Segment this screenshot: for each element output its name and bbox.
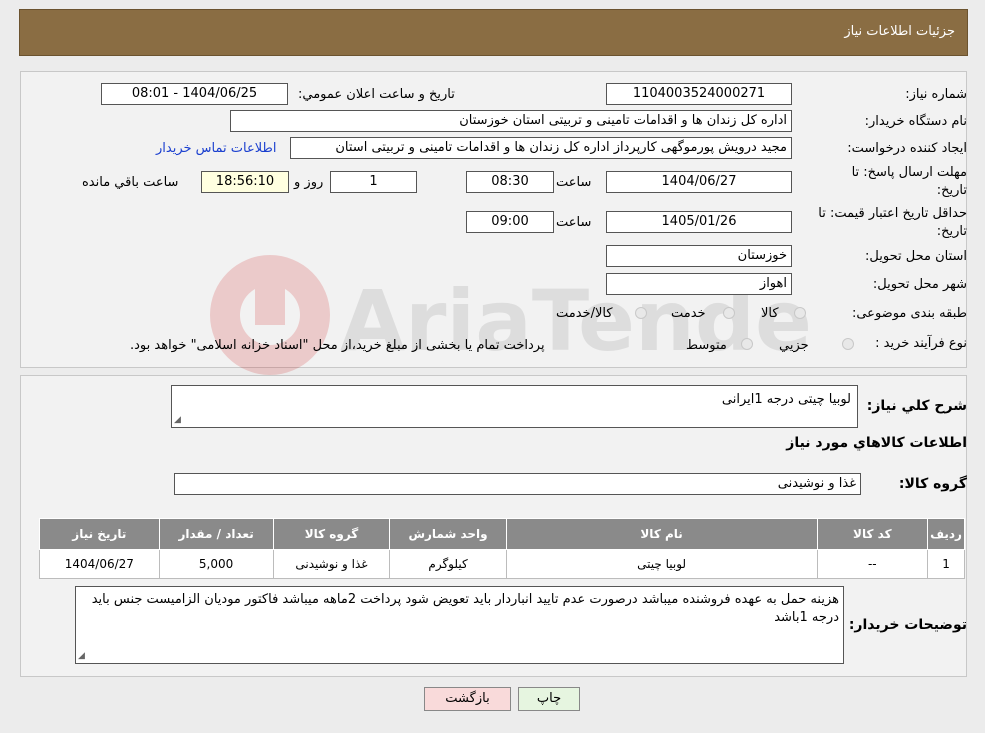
city-field[interactable]: اهواز bbox=[606, 273, 792, 295]
resize-handle-icon[interactable]: ◢ bbox=[174, 415, 181, 425]
category-radio-goods[interactable] bbox=[794, 307, 806, 319]
table-row[interactable]: 1 -- لوبیا چیتی کیلوگرم غذا و نوشیدنی 5,… bbox=[39, 549, 965, 579]
col-header-unit: واحد شمارش bbox=[389, 518, 507, 550]
buyer-notes-textarea[interactable]: هزینه حمل به عهده فروشنده میباشد درصورت … bbox=[75, 586, 844, 664]
remaining-label: ساعت باقي مانده bbox=[82, 175, 179, 190]
cell-unit: کیلوگرم bbox=[389, 549, 507, 579]
page-title: جزئیات اطلاعات نیاز bbox=[844, 24, 955, 39]
items-heading: اطلاعات کالاهاي مورد نیاز bbox=[786, 435, 967, 451]
buyer-label: نام دستگاه خریدار: bbox=[864, 114, 967, 129]
need-number-field[interactable]: 1104003524000271 bbox=[606, 83, 792, 105]
cell-date: 1404/06/27 bbox=[39, 549, 160, 579]
category-option-goods: کالا bbox=[761, 306, 779, 321]
purchase-type-label: نوع فرآیند خرید : bbox=[875, 336, 967, 351]
province-label: استان محل تحویل: bbox=[865, 249, 967, 264]
days-label: روز و bbox=[294, 175, 324, 190]
buyer-notes-text: هزینه حمل به عهده فروشنده میباشد درصورت … bbox=[91, 592, 839, 625]
cell-group: غذا و نوشیدنی bbox=[272, 549, 391, 579]
page-header: جزئیات اطلاعات نیاز bbox=[19, 9, 968, 56]
category-option-goods-service: کالا/خدمت bbox=[556, 306, 613, 321]
deadline-label-line1: مهلت ارسال پاسخ: تا bbox=[851, 165, 967, 180]
category-option-service: خدمت bbox=[671, 306, 706, 321]
validity-label-line1: حداقل تاریخ اعتبار قیمت: تا bbox=[818, 206, 967, 221]
creator-field[interactable]: مجید درویش پورموگهی کارپرداز اداره کل زن… bbox=[290, 137, 792, 159]
deadline-label-line2: تاریخ: bbox=[936, 183, 967, 198]
province-field[interactable]: خوزستان bbox=[606, 245, 792, 267]
group-label: گروه کالا: bbox=[898, 476, 967, 492]
summary-text: لوبیا چیتی درجه 1ایرانی bbox=[721, 392, 851, 407]
deadline-time-label: ساعت bbox=[556, 175, 592, 190]
remaining-time-field: 18:56:10 bbox=[201, 171, 289, 193]
cell-row-no: 1 bbox=[927, 549, 965, 579]
announce-label: تاریخ و ساعت اعلان عمومي: bbox=[298, 87, 455, 102]
deadline-time-field[interactable]: 08:30 bbox=[466, 171, 554, 193]
col-header-quantity: تعداد / مقدار bbox=[158, 518, 274, 550]
need-number-label: شماره نیاز: bbox=[905, 87, 967, 102]
items-table-wrap: ردیف کد کالا نام کالا واحد شمارش گروه کا… bbox=[39, 518, 965, 579]
summary-label: شرح کلي نیاز: bbox=[866, 398, 967, 414]
group-field[interactable]: غذا و نوشیدنی bbox=[174, 473, 861, 495]
purchase-option-minor: جزیي bbox=[779, 338, 809, 353]
col-header-code: کد کالا bbox=[816, 518, 929, 550]
validity-label-line2: تاریخ: bbox=[936, 224, 967, 239]
col-header-group: گروه کالا bbox=[272, 518, 391, 550]
col-header-name: نام کالا bbox=[505, 518, 818, 550]
category-label: طبقه بندی موضوعی: bbox=[851, 306, 967, 321]
purchase-option-medium: متوسط bbox=[686, 338, 727, 353]
table-header-row: ردیف کد کالا نام کالا واحد شمارش گروه کا… bbox=[39, 518, 965, 550]
purchase-radio-minor[interactable] bbox=[842, 338, 854, 350]
col-header-row-no: ردیف bbox=[927, 518, 965, 550]
announce-field[interactable]: 1404/06/25 - 08:01 bbox=[101, 83, 288, 105]
back-button[interactable]: بازگشت bbox=[424, 687, 511, 711]
resize-handle-icon[interactable]: ◢ bbox=[78, 651, 85, 661]
category-radio-goods-service[interactable] bbox=[635, 307, 647, 319]
purchase-note: پرداخت تمام یا بخشی از مبلغ خرید،از محل … bbox=[130, 338, 545, 353]
category-radio-service[interactable] bbox=[723, 307, 735, 319]
cell-name: لوبیا چیتی bbox=[505, 549, 818, 579]
items-table: ردیف کد کالا نام کالا واحد شمارش گروه کا… bbox=[39, 518, 965, 579]
buyer-notes-label: توضیحات خریدار: bbox=[848, 617, 967, 633]
city-label: شهر محل تحویل: bbox=[872, 277, 967, 292]
days-field[interactable]: 1 bbox=[330, 171, 417, 193]
creator-label: ایجاد کننده درخواست: bbox=[847, 141, 967, 156]
purchase-radio-medium[interactable] bbox=[741, 338, 753, 350]
validity-time-label: ساعت bbox=[556, 215, 592, 230]
deadline-date-field[interactable]: 1404/06/27 bbox=[606, 171, 792, 193]
buyer-field[interactable]: اداره کل زندان ها و اقدامات تامینی و ترب… bbox=[230, 110, 792, 132]
cell-code: -- bbox=[816, 549, 929, 579]
validity-date-field[interactable]: 1405/01/26 bbox=[606, 211, 792, 233]
buyer-contact-link[interactable]: اطلاعات تماس خریدار bbox=[156, 141, 276, 156]
col-header-date: تاریخ نیاز bbox=[39, 518, 160, 550]
cell-quantity: 5,000 bbox=[158, 549, 274, 579]
validity-time-field[interactable]: 09:00 bbox=[466, 211, 554, 233]
summary-textarea[interactable]: لوبیا چیتی درجه 1ایرانی ◢ bbox=[171, 385, 858, 428]
print-button[interactable]: چاپ bbox=[518, 687, 580, 711]
